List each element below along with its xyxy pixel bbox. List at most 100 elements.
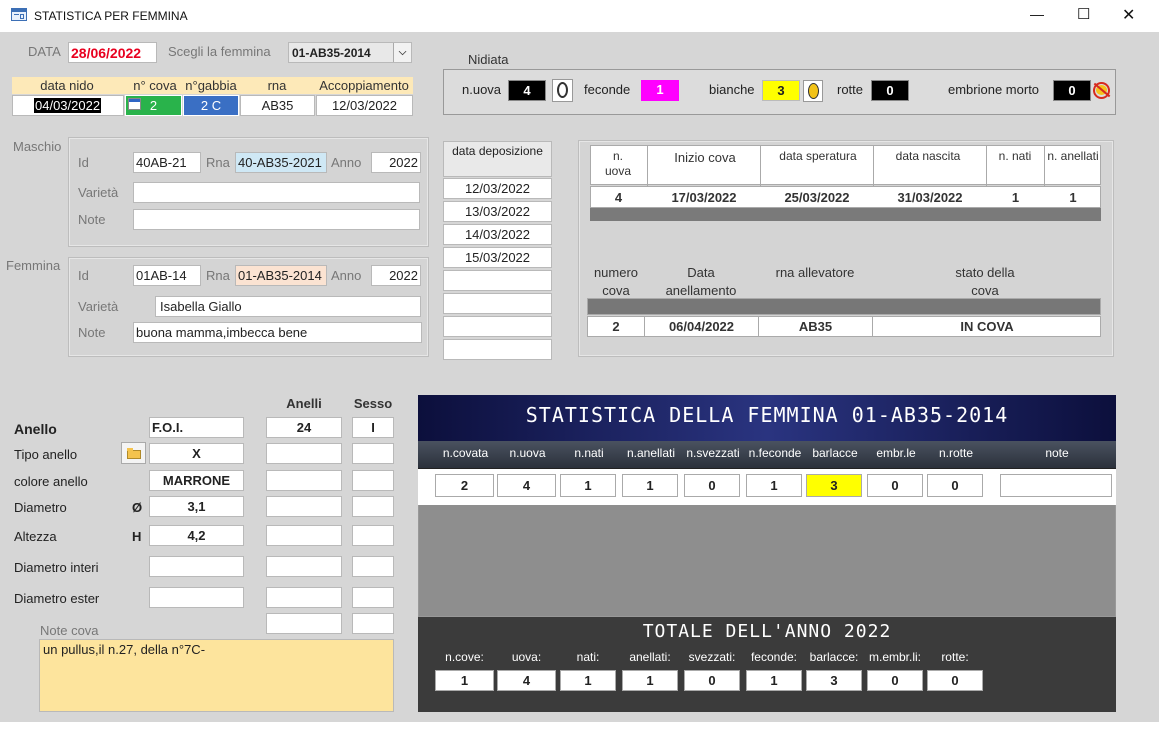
gabbia-field[interactable]: 2 C bbox=[183, 95, 239, 116]
anello-row-anelli-7[interactable] bbox=[266, 587, 342, 608]
tot-value-2[interactable]: 4 bbox=[497, 670, 556, 691]
stat-value-2[interactable]: 4 bbox=[497, 474, 556, 497]
anello-row-value-1[interactable]: F.O.I. bbox=[149, 417, 244, 438]
maximize-button[interactable]: ☐ bbox=[1077, 5, 1090, 23]
femmina-id-label: Id bbox=[78, 268, 89, 283]
note-cova-label: Note cova bbox=[40, 623, 99, 638]
folder-icon[interactable] bbox=[121, 442, 146, 464]
stat-value-9[interactable]: 0 bbox=[927, 474, 983, 497]
femmina-anno-field[interactable]: 2022 bbox=[371, 265, 421, 286]
maschio-id-field[interactable]: 40AB-21 bbox=[133, 152, 201, 173]
data-nido-value: 04/03/2022 bbox=[34, 98, 102, 113]
tot-value-4[interactable]: 1 bbox=[622, 670, 678, 691]
maschio-section-label: Maschio bbox=[13, 139, 62, 154]
anello-row-sesso-5[interactable] bbox=[352, 525, 394, 546]
tot-value-7[interactable]: 3 bbox=[806, 670, 862, 691]
anellamento-row: 2 06/04/2022 AB35 IN COVA bbox=[587, 316, 1101, 337]
anello-row-label-4: Diametro bbox=[14, 500, 67, 515]
accoppiamento-field[interactable]: 12/03/2022 bbox=[316, 95, 413, 116]
maschio-anno-field[interactable]: 2022 bbox=[371, 152, 421, 173]
maschio-note-field[interactable] bbox=[133, 209, 420, 230]
cova-v-inizio[interactable]: 17/03/2022 bbox=[648, 190, 760, 205]
tot-value-3[interactable]: 1 bbox=[560, 670, 616, 691]
deposizione-date-7[interactable] bbox=[443, 316, 552, 337]
deposizione-date-1[interactable]: 12/03/2022 bbox=[443, 178, 552, 199]
anello-row-label-6: Diametro interi bbox=[14, 560, 99, 575]
stat-value-3[interactable]: 1 bbox=[560, 474, 616, 497]
anello-row-sesso-4[interactable] bbox=[352, 496, 394, 517]
extra-anelli-field[interactable] bbox=[266, 613, 342, 634]
deposizione-date-3[interactable]: 14/03/2022 bbox=[443, 224, 552, 245]
maschio-rna-field[interactable]: 40-AB35-2021 bbox=[235, 152, 327, 173]
femmina-combo[interactable]: 01-AB35-2014 ⌵ bbox=[288, 42, 412, 63]
cova-v-anellati[interactable]: 1 bbox=[1045, 190, 1101, 205]
n-cova-field[interactable]: 2 bbox=[125, 95, 182, 116]
anell-v-data[interactable]: 06/04/2022 bbox=[645, 319, 758, 334]
stat-value-7[interactable]: 3 bbox=[806, 474, 862, 497]
anell-v-stato[interactable]: IN COVA bbox=[873, 319, 1101, 334]
anello-row-sesso-2[interactable] bbox=[352, 443, 394, 464]
tot-value-5[interactable]: 0 bbox=[684, 670, 740, 691]
cova-v-nati[interactable]: 1 bbox=[987, 190, 1044, 205]
chevron-down-icon[interactable]: ⌵ bbox=[393, 43, 411, 62]
anello-row-anelli-5[interactable] bbox=[266, 525, 342, 546]
anello-row-anelli-1[interactable]: 24 bbox=[266, 417, 342, 438]
femmina-id-field[interactable]: 01AB-14 bbox=[133, 265, 201, 286]
anello-row-value-2[interactable]: X bbox=[149, 443, 244, 464]
anell-v-rna[interactable]: AB35 bbox=[759, 319, 872, 334]
maschio-id-label: Id bbox=[78, 155, 89, 170]
anello-row-anelli-4[interactable] bbox=[266, 496, 342, 517]
anell-h-rna: rna allevatore bbox=[775, 265, 855, 280]
stat-value-10[interactable] bbox=[1000, 474, 1112, 497]
anello-row-anelli-3[interactable] bbox=[266, 470, 342, 491]
bianche-value[interactable]: 3 bbox=[762, 80, 800, 101]
deposizione-date-8[interactable] bbox=[443, 339, 552, 360]
deposizione-date-6[interactable] bbox=[443, 293, 552, 314]
embrione-value[interactable]: 0 bbox=[1053, 80, 1091, 101]
data-field[interactable]: 28/06/2022 bbox=[68, 42, 157, 63]
stat-value-1[interactable]: 2 bbox=[435, 474, 494, 497]
anello-row-value-3[interactable]: MARRONE bbox=[149, 470, 244, 491]
anello-row-value-5[interactable]: 4,2 bbox=[149, 525, 244, 546]
extra-sesso-field[interactable] bbox=[352, 613, 394, 634]
maschio-varieta-field[interactable] bbox=[133, 182, 420, 203]
rotte-value[interactable]: 0 bbox=[871, 80, 909, 101]
cova-v-uova[interactable]: 4 bbox=[590, 190, 647, 205]
tot-value-1[interactable]: 1 bbox=[435, 670, 494, 691]
anello-row-value-6[interactable] bbox=[149, 556, 244, 577]
anello-row-prefix-4: Ø bbox=[132, 500, 143, 515]
tot-value-6[interactable]: 1 bbox=[746, 670, 802, 691]
data-nido-field[interactable]: 04/03/2022 bbox=[12, 95, 124, 116]
stat-value-5[interactable]: 0 bbox=[684, 474, 740, 497]
anello-row-value-7[interactable] bbox=[149, 587, 244, 608]
deposizione-date-2[interactable]: 13/03/2022 bbox=[443, 201, 552, 222]
anello-row-sesso-7[interactable] bbox=[352, 587, 394, 608]
minimize-button[interactable]: — bbox=[1030, 6, 1044, 22]
deposizione-date-4[interactable]: 15/03/2022 bbox=[443, 247, 552, 268]
femmina-rna-field[interactable]: 01-AB35-2014 bbox=[235, 265, 327, 286]
stat-value-8[interactable]: 0 bbox=[867, 474, 923, 497]
tot-value-8[interactable]: 0 bbox=[867, 670, 923, 691]
stat-value-4[interactable]: 1 bbox=[622, 474, 678, 497]
n-uova-value[interactable]: 4 bbox=[508, 80, 546, 101]
cova-v-speratura[interactable]: 25/03/2022 bbox=[761, 190, 873, 205]
anello-row-sesso-3[interactable] bbox=[352, 470, 394, 491]
cova-v-nascita[interactable]: 31/03/2022 bbox=[874, 190, 986, 205]
femmina-varieta-field[interactable]: Isabella Giallo bbox=[155, 296, 421, 317]
stat-value-6[interactable]: 1 bbox=[746, 474, 802, 497]
feconde-value[interactable]: 1 bbox=[641, 80, 679, 101]
rna-field[interactable]: AB35 bbox=[240, 95, 315, 116]
close-button[interactable]: ✕ bbox=[1122, 5, 1135, 25]
note-cova-field[interactable]: un pullus,il n.27, della n°7C- bbox=[39, 639, 394, 712]
tot-value-9[interactable]: 0 bbox=[927, 670, 983, 691]
femmina-note-field[interactable]: buona mamma,imbecca bene bbox=[133, 322, 422, 343]
anello-row-value-4[interactable]: 3,1 bbox=[149, 496, 244, 517]
anello-row-anelli-2[interactable] bbox=[266, 443, 342, 464]
anell-v-numero[interactable]: 2 bbox=[588, 319, 644, 334]
maschio-note-label: Note bbox=[78, 212, 106, 227]
anello-row-sesso-6[interactable] bbox=[352, 556, 394, 577]
anello-row-label-7: Diametro ester bbox=[14, 591, 100, 606]
anello-row-sesso-1[interactable]: I bbox=[352, 417, 394, 438]
deposizione-date-5[interactable] bbox=[443, 270, 552, 291]
anello-row-anelli-6[interactable] bbox=[266, 556, 342, 577]
